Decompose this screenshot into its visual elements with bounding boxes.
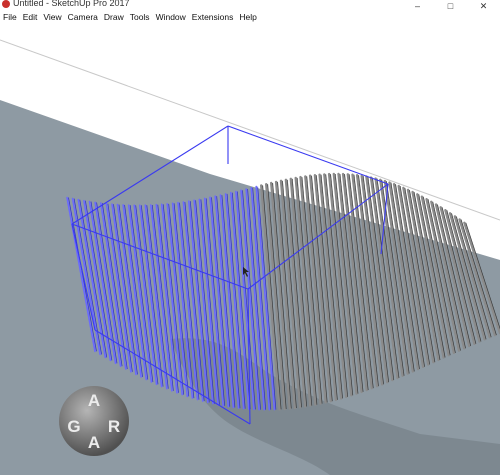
logo-letter-g: G (67, 417, 80, 436)
menu-window[interactable]: Window (153, 12, 189, 22)
3d-viewport[interactable]: A G A R (0, 24, 500, 475)
menu-file[interactable]: File (0, 12, 20, 22)
agar-logo: A G A R (59, 386, 129, 456)
window-title: Untitled - SketchUp Pro 2017 (13, 0, 130, 8)
menu-tools[interactable]: Tools (127, 12, 153, 22)
menu-edit[interactable]: Edit (20, 12, 41, 22)
logo-letter-r: R (108, 417, 120, 436)
menu-bar: File Edit View Camera Draw Tools Window … (0, 10, 500, 24)
title-bar: Untitled - SketchUp Pro 2017 – □ ✕ (0, 0, 500, 11)
sketchup-app-icon[interactable] (2, 0, 10, 8)
logo-letter-a-bottom: A (88, 433, 100, 452)
logo-letter-a-top: A (88, 391, 100, 410)
menu-view[interactable]: View (40, 12, 64, 22)
menu-help[interactable]: Help (236, 12, 259, 22)
menu-extensions[interactable]: Extensions (189, 12, 237, 22)
menu-camera[interactable]: Camera (65, 12, 101, 22)
menu-draw[interactable]: Draw (101, 12, 127, 22)
